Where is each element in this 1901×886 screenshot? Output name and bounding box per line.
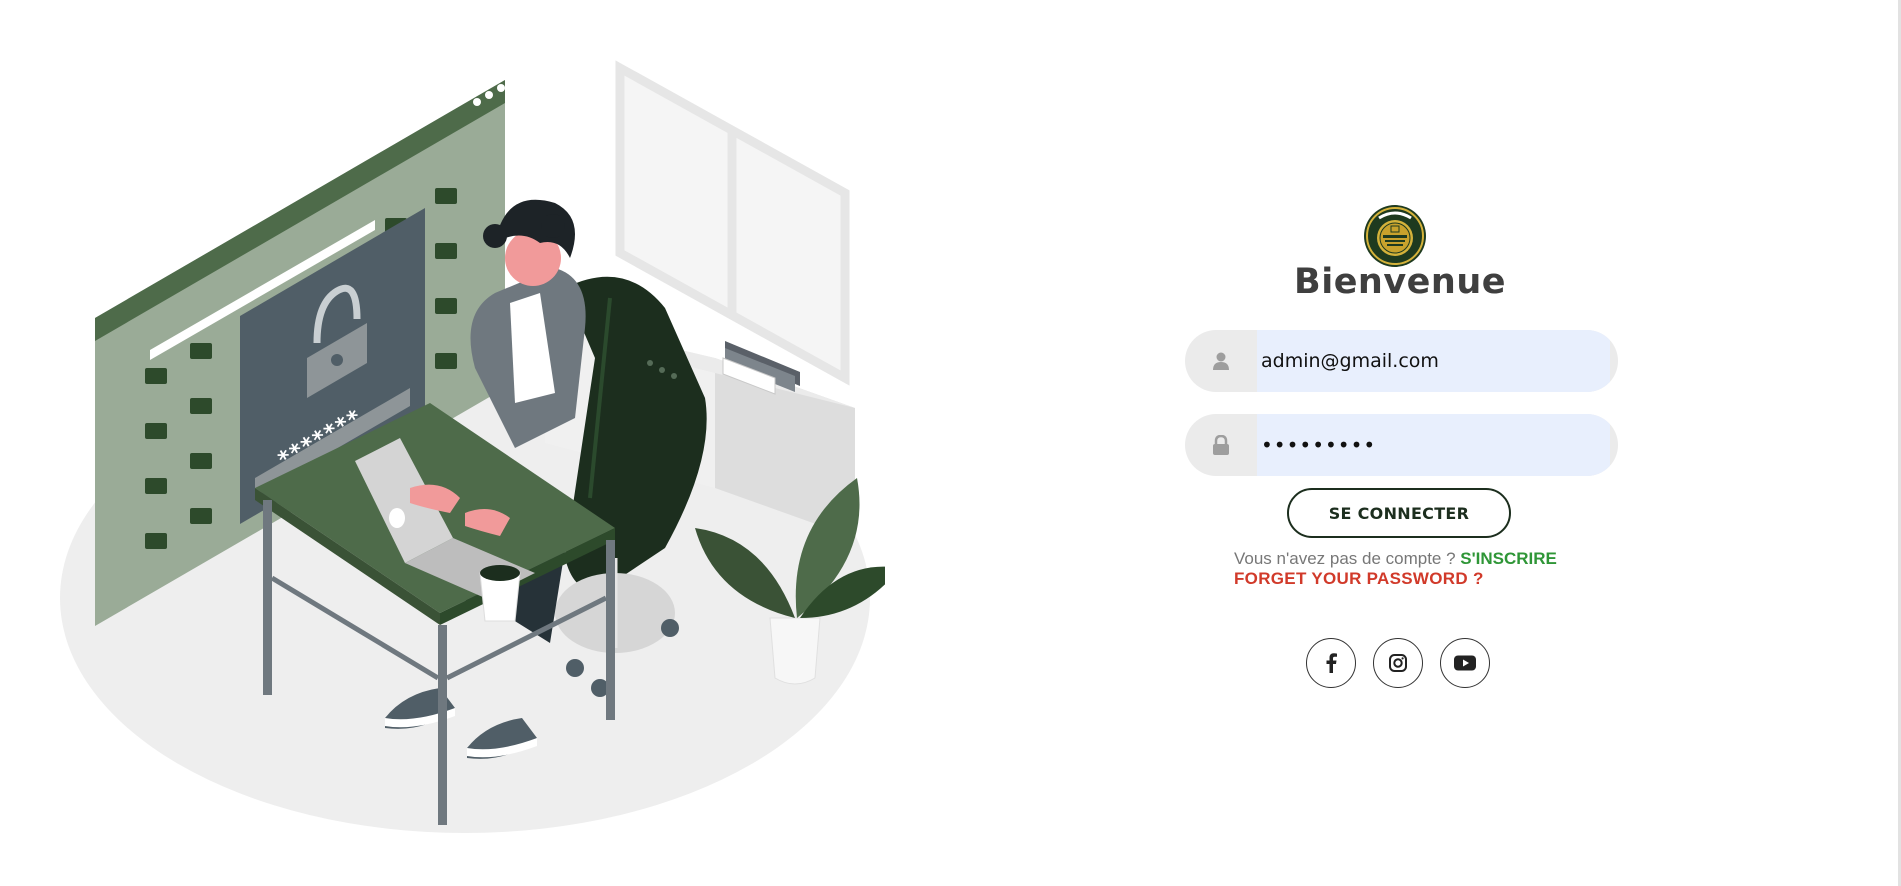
forgot-password-link[interactable]: FORGET YOUR PASSWORD ? — [1234, 569, 1484, 589]
instagram-icon — [1389, 654, 1407, 672]
no-account-text: Vous n'avez pas de compte ? — [1234, 549, 1461, 568]
lock-icon — [1185, 414, 1257, 476]
youtube-button[interactable] — [1440, 638, 1490, 688]
password-input[interactable] — [1257, 414, 1610, 476]
password-field — [1185, 414, 1618, 476]
company-logo — [1364, 205, 1426, 267]
youtube-icon — [1454, 655, 1476, 671]
email-field — [1185, 330, 1618, 392]
signup-prompt: Vous n'avez pas de compte ? S'INSCRIRE — [1234, 549, 1557, 569]
facebook-button[interactable] — [1306, 638, 1356, 688]
login-panel: Bienvenue SE CONNECTER Vous n'avez pas d… — [1180, 200, 1620, 700]
user-icon — [1185, 330, 1257, 392]
instagram-button[interactable] — [1373, 638, 1423, 688]
email-input[interactable] — [1257, 330, 1610, 392]
login-button[interactable]: SE CONNECTER — [1287, 488, 1511, 538]
login-illustration: ******* — [60, 60, 885, 833]
signup-link[interactable]: S'INSCRIRE — [1460, 549, 1557, 568]
facebook-icon — [1326, 653, 1337, 673]
page-title: Bienvenue — [1294, 262, 1506, 302]
coffee-cup — [479, 565, 521, 622]
